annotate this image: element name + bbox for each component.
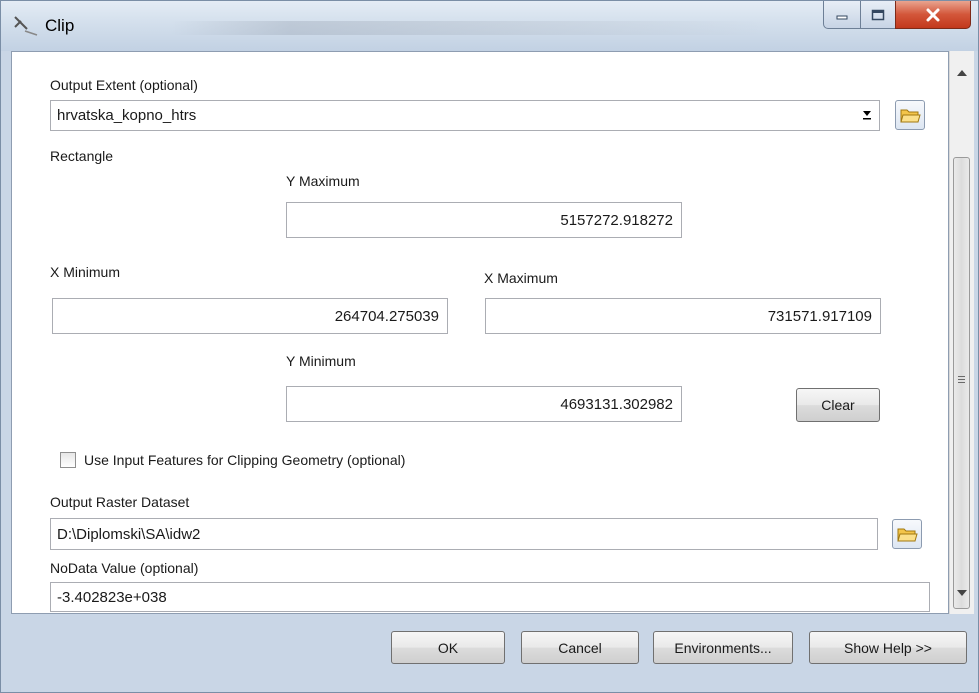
- dropdown-arrow-button[interactable]: [859, 105, 875, 123]
- close-icon: [926, 8, 940, 21]
- maximize-button[interactable]: [860, 1, 896, 29]
- output-extent-dropdown[interactable]: hrvatska_kopno_htrs: [50, 100, 880, 131]
- maximize-icon: [871, 9, 885, 20]
- x-minimum-input[interactable]: 264704.275039: [52, 298, 448, 334]
- clear-button[interactable]: Clear: [796, 388, 880, 422]
- dialog-footer: OK Cancel Environments... Show Help >>: [11, 614, 974, 684]
- output-extent-label: Output Extent (optional): [50, 77, 198, 93]
- show-help-button[interactable]: Show Help >>: [809, 631, 967, 664]
- title-bar[interactable]: Clip: [1, 1, 978, 51]
- scrollbar-grip: [958, 376, 965, 385]
- chevron-up-icon: [957, 70, 967, 76]
- cancel-button[interactable]: Cancel: [521, 631, 639, 664]
- nodata-label: NoData Value (optional): [50, 560, 199, 576]
- close-button[interactable]: [895, 1, 971, 29]
- minimize-button[interactable]: [823, 1, 861, 29]
- minimize-icon: [836, 15, 848, 19]
- use-input-features-label: Use Input Features for Clipping Geometry…: [84, 452, 406, 468]
- scroll-up-button[interactable]: [950, 63, 974, 83]
- x-maximum-input[interactable]: 731571.917109: [485, 298, 881, 334]
- clip-dialog: Clip Output Extent (optional) hrvatska_k…: [0, 0, 979, 693]
- nodata-input[interactable]: -3.402823e+038: [50, 582, 930, 612]
- chevron-down-icon: [863, 111, 871, 120]
- x-minimum-label: X Minimum: [50, 264, 121, 280]
- output-extent-browse-button[interactable]: [895, 100, 925, 130]
- output-extent-value: hrvatska_kopno_htrs: [57, 107, 197, 124]
- chevron-down-icon: [957, 590, 967, 596]
- x-maximum-label: X Maximum: [484, 270, 558, 286]
- y-minimum-input[interactable]: 4693131.302982: [286, 386, 682, 422]
- folder-icon: [900, 109, 921, 123]
- y-maximum-input[interactable]: 5157272.918272: [286, 202, 682, 238]
- vertical-scrollbar[interactable]: [949, 51, 974, 614]
- scroll-down-button[interactable]: [950, 583, 974, 603]
- tool-parameters-panel: Output Extent (optional) hrvatska_kopno_…: [11, 51, 949, 614]
- output-raster-browse-button[interactable]: [892, 519, 922, 549]
- output-raster-input[interactable]: D:\Diplomski\SA\idw2: [50, 518, 878, 550]
- clip-tool-icon: [14, 16, 38, 36]
- folder-icon: [897, 528, 918, 542]
- y-maximum-label: Y Maximum: [286, 173, 360, 189]
- window-title: Clip: [45, 16, 75, 35]
- y-minimum-label: Y Minimum: [286, 353, 356, 369]
- scrollbar-thumb[interactable]: [953, 157, 970, 609]
- environments-button[interactable]: Environments...: [653, 631, 793, 664]
- title-background-blur: [171, 21, 771, 35]
- ok-button[interactable]: OK: [391, 631, 505, 664]
- rectangle-label: Rectangle: [50, 148, 114, 164]
- output-raster-label: Output Raster Dataset: [50, 494, 190, 510]
- use-input-features-checkbox[interactable]: [60, 452, 76, 468]
